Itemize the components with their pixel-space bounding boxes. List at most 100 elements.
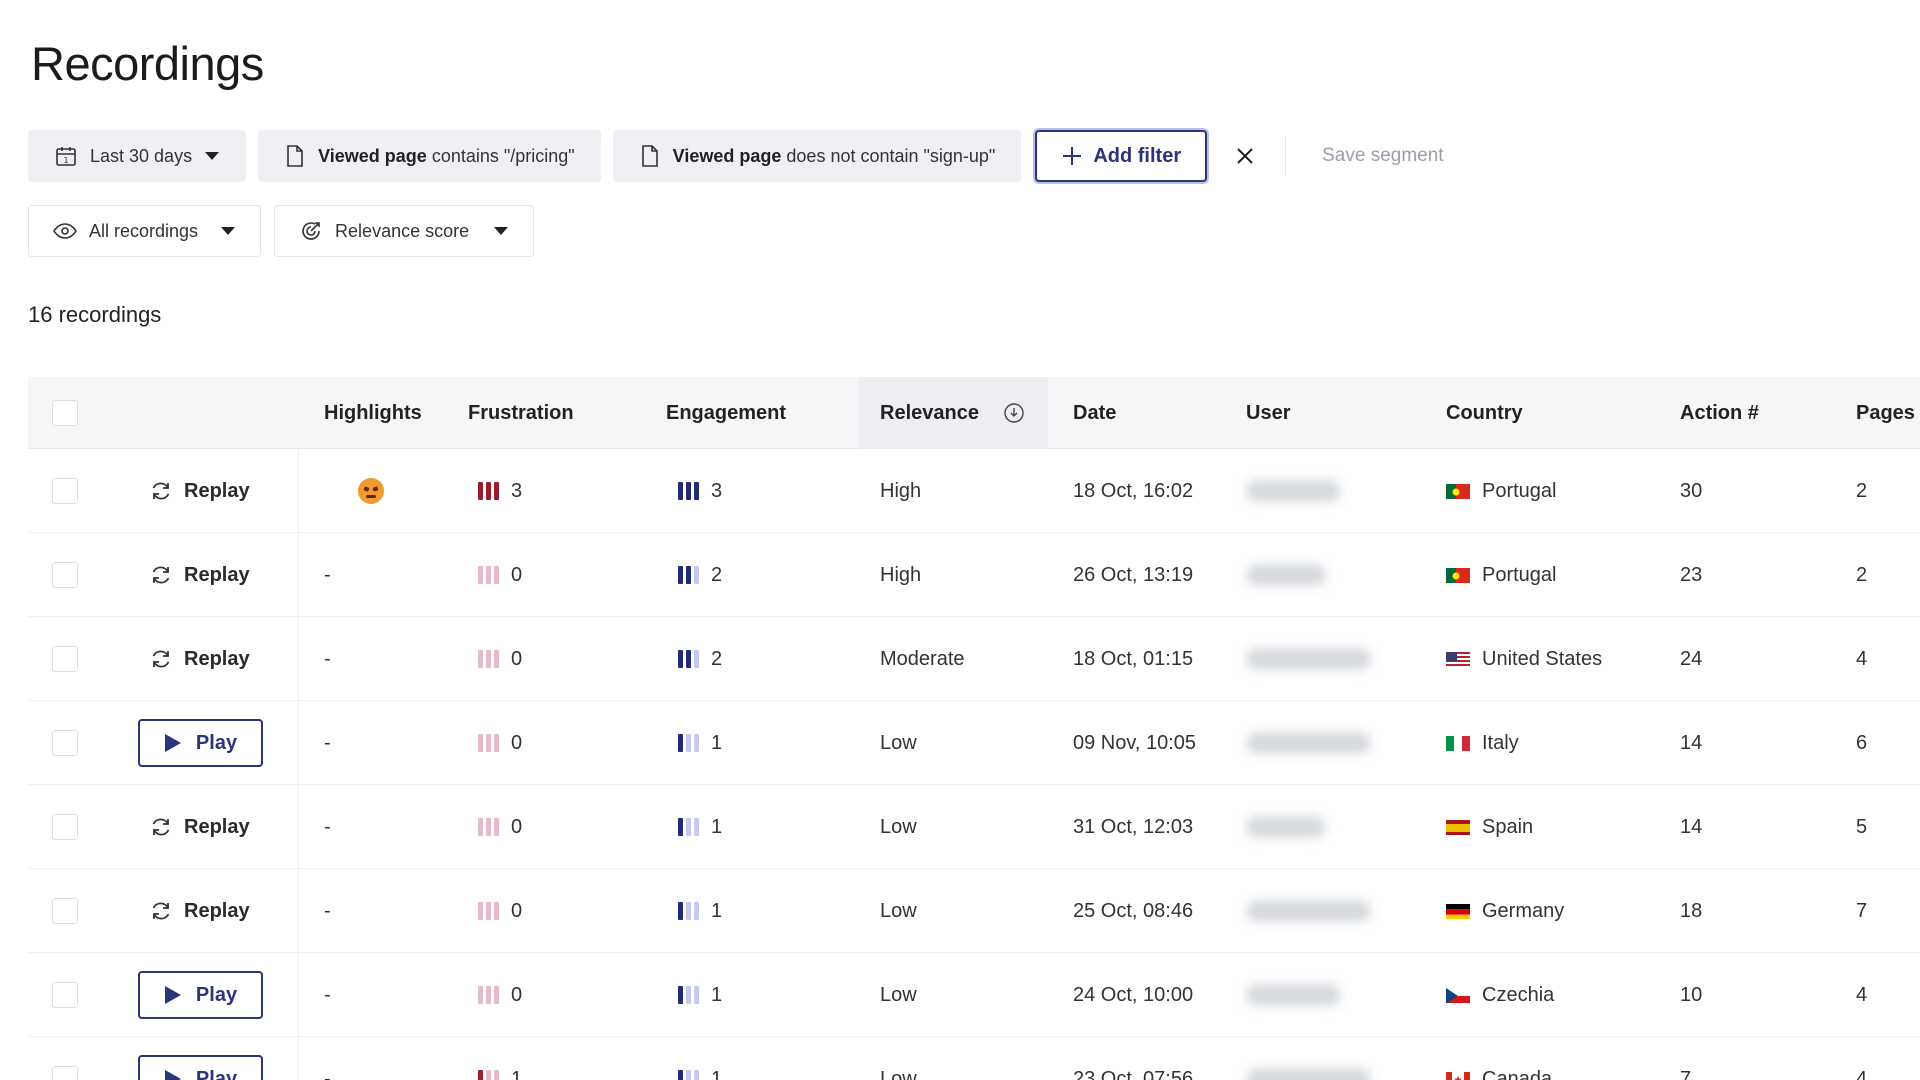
play-button[interactable]: Play <box>138 719 263 767</box>
country-value: Czechia <box>1482 983 1555 1006</box>
highlight-value: - <box>324 731 331 754</box>
country-flag-icon <box>1446 483 1470 499</box>
frustration-bars <box>478 482 499 500</box>
replay-label: Replay <box>184 899 250 922</box>
table-row[interactable]: Replay - 0 2 High 26 Oct, 13:19 Portugal 23 2 <box>28 533 1920 617</box>
actions-value: 10 <box>1680 983 1703 1006</box>
play-icon <box>164 734 181 752</box>
country-flag-icon <box>1446 1071 1470 1080</box>
replay-button[interactable]: Replay <box>150 617 250 701</box>
table-row[interactable]: Replay - 0 1 Low 31 Oct, 12:03 Spain 14 5 <box>28 785 1920 869</box>
caret-down-icon <box>205 152 220 160</box>
row-checkbox[interactable] <box>52 982 78 1008</box>
engagement-bars <box>678 986 699 1004</box>
header-relevance[interactable]: Relevance <box>858 377 1048 449</box>
row-checkbox[interactable] <box>52 730 78 756</box>
pages-value: 6 <box>1856 731 1868 754</box>
relevance-value: High <box>880 563 922 586</box>
engagement-bars <box>678 482 699 500</box>
country-flag-icon <box>1446 903 1470 919</box>
replay-button[interactable]: Replay <box>150 449 250 533</box>
user-id-redacted[interactable] <box>1246 564 1326 586</box>
header-country[interactable]: Country <box>1446 377 1523 449</box>
play-button[interactable]: Play <box>138 1055 263 1080</box>
replay-label: Replay <box>184 563 250 586</box>
replay-label: Replay <box>184 647 250 670</box>
user-id-redacted[interactable] <box>1246 648 1371 670</box>
relevance-value: Moderate <box>880 647 965 670</box>
actions-value: 18 <box>1680 899 1703 922</box>
engagement-value: 1 <box>711 899 723 922</box>
play-label: Play <box>195 731 238 754</box>
play-icon <box>164 986 181 1004</box>
user-id-redacted[interactable] <box>1246 984 1341 1006</box>
close-icon <box>1237 148 1253 164</box>
plus-icon <box>1063 147 1082 165</box>
highlight-value: - <box>324 563 331 586</box>
add-filter-button[interactable]: Add filter <box>1035 130 1208 182</box>
replay-button[interactable]: Replay <box>150 533 250 617</box>
actions-value: 7 <box>1680 1067 1692 1080</box>
user-id-redacted[interactable] <box>1246 1068 1371 1080</box>
actions-value: 30 <box>1680 479 1703 502</box>
frustration-bars <box>478 902 499 920</box>
info-icon[interactable] <box>1003 402 1025 424</box>
header-relevance-label: Relevance <box>880 401 979 424</box>
row-checkbox[interactable] <box>52 478 78 504</box>
header-highlights[interactable]: Highlights <box>324 377 422 449</box>
header-engagement[interactable]: Engagement <box>666 377 786 449</box>
engagement-value: 1 <box>711 731 723 754</box>
engagement-bars <box>678 1070 699 1080</box>
sort-dropdown[interactable]: Relevance score <box>274 205 535 257</box>
caret-down-icon <box>494 227 509 235</box>
user-id-redacted[interactable] <box>1246 480 1341 502</box>
add-filter-label: Add filter <box>1093 144 1182 167</box>
replay-icon <box>152 902 170 920</box>
clear-filters-button[interactable] <box>1227 138 1263 174</box>
row-checkbox[interactable] <box>52 562 78 588</box>
header-actions[interactable]: Action # <box>1680 377 1759 449</box>
row-checkbox[interactable] <box>52 898 78 924</box>
header-frustration[interactable]: Frustration <box>468 377 574 449</box>
header-pages[interactable]: Pages <box>1856 377 1915 449</box>
recordings-filter-dropdown[interactable]: All recordings <box>28 205 262 257</box>
page-icon <box>641 145 658 167</box>
calendar-icon: 1 <box>56 147 76 166</box>
view-controls: All recordings Relevance score <box>28 205 535 257</box>
frustration-bars <box>478 818 499 836</box>
filter-field: Viewed page <box>672 145 782 166</box>
engagement-value: 1 <box>711 983 723 1006</box>
table-row[interactable]: Play - 1 1 Low 23 Oct, 07:56 Canada 7 4 <box>28 1037 1920 1080</box>
pages-value: 4 <box>1856 1067 1868 1080</box>
replay-icon <box>152 482 170 500</box>
engagement-bars <box>678 818 699 836</box>
date-range-filter[interactable]: 1 Last 30 days <box>28 130 247 182</box>
highlight-value: - <box>324 647 331 670</box>
user-id-redacted[interactable] <box>1246 732 1371 754</box>
header-user[interactable]: User <box>1246 377 1290 449</box>
engagement-bars <box>678 734 699 752</box>
recordings-count: 16 recordings <box>28 302 162 327</box>
replay-button[interactable]: Replay <box>150 785 250 869</box>
filter-chip-pricing[interactable]: Viewed page contains "/pricing" <box>258 130 601 182</box>
user-id-redacted[interactable] <box>1246 900 1371 922</box>
replay-button[interactable]: Replay <box>150 869 250 953</box>
filter-chip-signup[interactable]: Viewed page does not contain "sign-up" <box>612 130 1022 182</box>
row-checkbox[interactable] <box>52 1066 78 1080</box>
table-row[interactable]: Replay 3 3 High 18 Oct, 16:02 Portugal 30 2 <box>28 449 1920 533</box>
row-checkbox[interactable] <box>52 814 78 840</box>
filter-condition: does not contain "sign-up" <box>786 145 996 166</box>
header-date[interactable]: Date <box>1073 377 1116 449</box>
table-row[interactable]: Replay - 0 1 Low 25 Oct, 08:46 Germany 18 7 <box>28 869 1920 953</box>
row-checkbox[interactable] <box>52 646 78 672</box>
actions-value: 14 <box>1680 815 1703 838</box>
table-row[interactable]: Play - 0 1 Low 09 Nov, 10:05 Italy 14 6 <box>28 701 1920 785</box>
save-segment-button[interactable]: Save segment <box>1322 145 1443 167</box>
play-button[interactable]: Play <box>138 971 263 1019</box>
select-all-checkbox[interactable] <box>52 377 78 449</box>
table-row[interactable]: Play - 0 1 Low 24 Oct, 10:00 Czechia 10 4 <box>28 953 1920 1037</box>
country-flag-icon <box>1446 819 1470 835</box>
actions-value: 23 <box>1680 563 1703 586</box>
table-row[interactable]: Replay - 0 2 Moderate 18 Oct, 01:15 United Sta… <box>28 617 1920 701</box>
user-id-redacted[interactable] <box>1246 816 1326 838</box>
